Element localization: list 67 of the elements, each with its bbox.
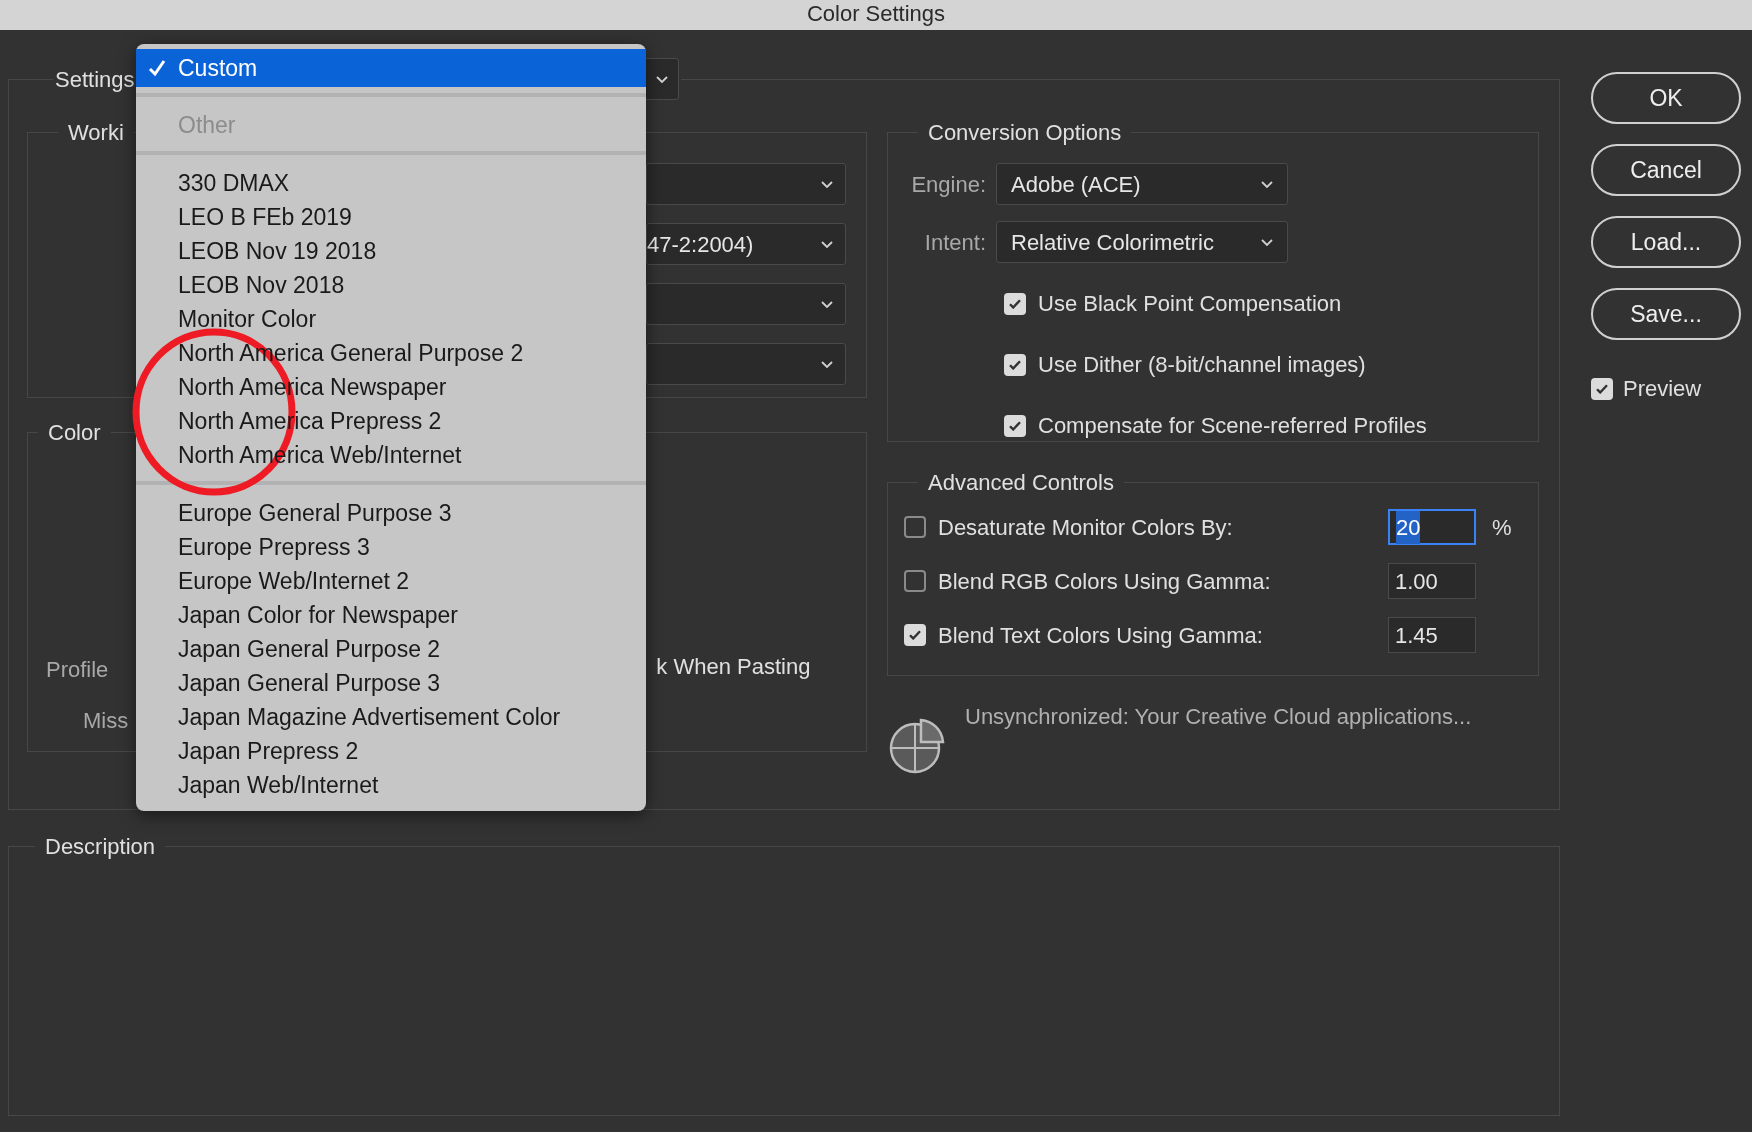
- menu-item[interactable]: Custom: [136, 49, 646, 87]
- checkbox[interactable]: [904, 570, 926, 592]
- checkbox-label: Use Dither (8-bit/channel images): [1038, 351, 1366, 379]
- checkbox[interactable]: [904, 624, 926, 646]
- profile-mismatches-label: Profile: [46, 656, 109, 684]
- color-management-label: Color: [48, 420, 101, 445]
- chevron-down-icon: [821, 240, 833, 248]
- chevron-down-icon: [821, 300, 833, 308]
- chevron-down-icon: [1261, 238, 1273, 246]
- dialog-button[interactable]: Load...: [1591, 216, 1741, 268]
- sync-icon: [887, 716, 947, 776]
- select-dropdown[interactable]: Adobe (ACE): [996, 163, 1288, 205]
- menu-item[interactable]: Japan General Purpose 3: [136, 666, 646, 700]
- menu-item[interactable]: Japan Prepress 2: [136, 734, 646, 768]
- dialog-button[interactable]: Cancel: [1591, 144, 1741, 196]
- menu-item[interactable]: Japan General Purpose 2: [136, 632, 646, 666]
- number-field[interactable]: 1.00: [1388, 563, 1476, 599]
- menu-item[interactable]: Europe General Purpose 3: [136, 496, 646, 530]
- checkbox[interactable]: [1004, 292, 1026, 315]
- checkbox-label: Compensate for Scene-referred Profiles: [1038, 412, 1427, 440]
- menu-item[interactable]: Japan Color for Newspaper: [136, 598, 646, 632]
- checkbox[interactable]: [904, 516, 926, 538]
- dialog-button[interactable]: Save...: [1591, 288, 1741, 340]
- checkbox-label: Desaturate Monitor Colors By:: [938, 513, 1234, 542]
- number-field[interactable]: 1.45: [1388, 617, 1476, 653]
- settings-label: Settings: [55, 65, 135, 94]
- checkbox[interactable]: [1004, 353, 1026, 376]
- advanced-controls-label: Advanced Controls: [928, 470, 1114, 495]
- checkbox-label: Use Black Point Compensation: [1038, 290, 1342, 318]
- checkmark-icon: [1009, 298, 1021, 309]
- field-label: Intent:: [923, 228, 986, 257]
- checkmark-icon: [1596, 383, 1608, 394]
- checkbox-label: Blend Text Colors Using Gamma:: [938, 621, 1264, 650]
- sync-status-text: Unsynchronized: Your Creative Cloud applications...: [965, 703, 1472, 731]
- menu-item[interactable]: LEO B FEb 2019: [136, 200, 646, 234]
- chevron-down-icon: [821, 360, 833, 368]
- checkmark-icon: [1009, 359, 1021, 370]
- number-field[interactable]: 20: [1388, 509, 1476, 545]
- chevron-down-icon: [655, 75, 668, 83]
- checkmark-icon: [909, 630, 921, 640]
- menu-item[interactable]: Japan Web/Internet: [136, 768, 646, 802]
- checkmark-icon: [147, 58, 167, 78]
- menu-item[interactable]: LEOB Nov 2018: [136, 268, 646, 302]
- select-dropdown[interactable]: Relative Colorimetric: [996, 221, 1288, 263]
- menu-item[interactable]: Europe Prepress 3: [136, 530, 646, 564]
- window-title: Color Settings: [806, 2, 946, 26]
- working-spaces-label: Worki: [68, 120, 124, 145]
- chevron-down-icon: [1261, 180, 1273, 188]
- menu-item[interactable]: Europe Web/Internet 2: [136, 564, 646, 598]
- chevron-down-icon: [821, 180, 833, 188]
- menu-item[interactable]: Monitor Color: [136, 302, 646, 336]
- description-label: Description: [45, 834, 156, 859]
- checkbox-label: Blend RGB Colors Using Gamma:: [938, 567, 1272, 596]
- ask-when-pasting-label: k When Pasting: [656, 653, 811, 681]
- checkbox[interactable]: [1591, 377, 1613, 400]
- profile-dropdown[interactable]: 47-2:2004): [646, 223, 846, 265]
- unit-label: %: [1492, 513, 1512, 542]
- missing-profiles-label: Miss: [83, 708, 129, 733]
- conversion-options-label: Conversion Options: [928, 120, 1122, 145]
- menu-item[interactable]: Japan Magazine Advertisement Color: [136, 700, 646, 734]
- checkmark-icon: [1009, 420, 1021, 431]
- field-label: Engine:: [910, 170, 986, 199]
- checkbox[interactable]: [1004, 414, 1026, 437]
- preview-label: Preview: [1623, 375, 1702, 403]
- menu-item[interactable]: LEOB Nov 19 2018: [136, 234, 646, 268]
- menu-item[interactable]: 330 DMAX: [136, 166, 646, 200]
- dialog-button[interactable]: OK: [1591, 72, 1741, 124]
